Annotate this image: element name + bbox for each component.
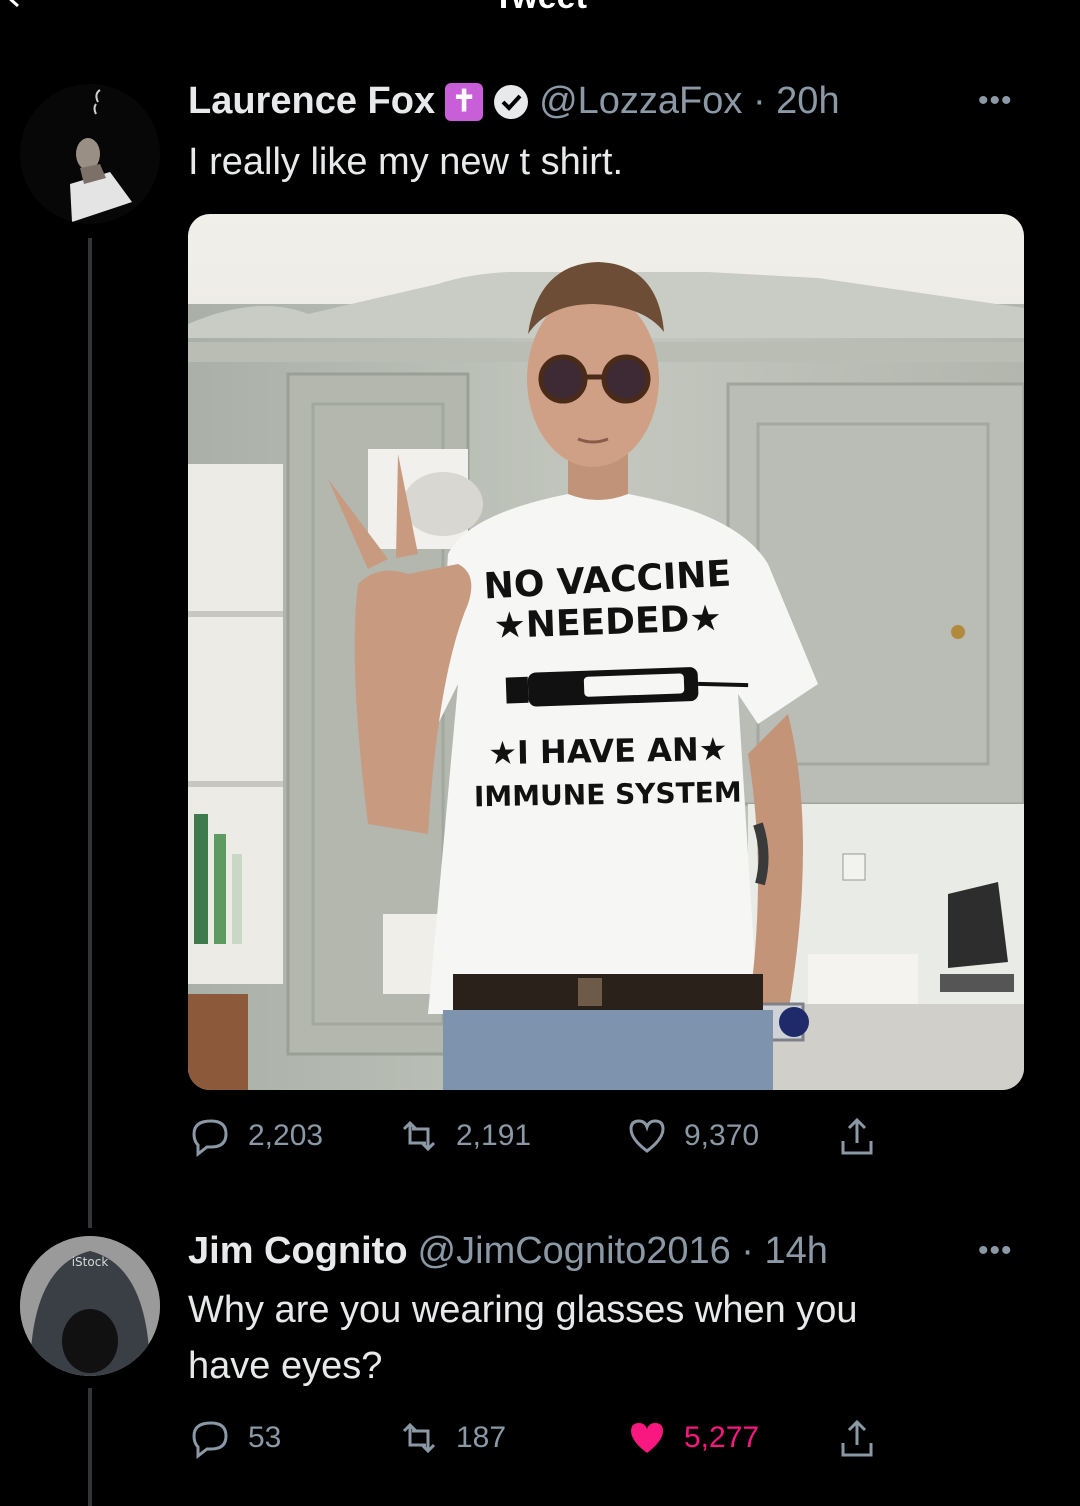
reply-icon [192, 1119, 228, 1157]
tweet-photo[interactable]: NO VACCINE ★NEEDED★ ★I HAVE AN★ IMMUNE S… [188, 214, 1024, 1090]
retweet-icon [402, 1422, 436, 1454]
tweet-header: Laurence Fox ✝ @LozzaFox · 20h [188, 80, 840, 123]
author-avatar[interactable] [20, 84, 160, 224]
reply-author-avatar[interactable]: iStock [20, 1236, 160, 1376]
reply-text-line-1: Why are you wearing glasses when you [188, 1289, 858, 1331]
reply-like-count: 5,277 [684, 1421, 760, 1454]
like-button[interactable]: 9,370 [626, 1115, 759, 1157]
reply-author-name[interactable]: Jim Cognito [188, 1230, 408, 1273]
thread-line [88, 1388, 92, 1506]
retweet-button[interactable]: 2,191 [398, 1115, 531, 1157]
avatar-watermark: iStock [72, 1255, 109, 1269]
like-count: 9,370 [684, 1119, 760, 1152]
retweet-icon [402, 1120, 436, 1152]
retweet-count: 2,191 [456, 1119, 532, 1152]
tweet-text: I really like my new t shirt. [188, 141, 623, 183]
verified-badge-icon[interactable] [493, 84, 529, 120]
author-handle-time[interactable]: @LozzaFox · 20h [539, 80, 840, 123]
cross-badge: ✝ [445, 82, 484, 121]
shirt-line-3: ★I HAVE AN★ [488, 730, 728, 772]
reply-reply-button[interactable]: 53 [190, 1417, 281, 1459]
share-button[interactable] [836, 1115, 894, 1157]
shirt-line-4: IMMUNE SYSTEM [474, 776, 742, 814]
heart-icon [629, 1119, 665, 1153]
reply-retweet-button[interactable]: 187 [398, 1417, 506, 1459]
reply-avatar-image: iStock [20, 1236, 160, 1376]
reply-header: Jim Cognito @JimCognito2016 · 14h [188, 1230, 828, 1273]
photo-illustration: NO VACCINE ★NEEDED★ ★I HAVE AN★ IMMUNE S… [188, 214, 1024, 1090]
page-title: Tweet [0, 0, 1080, 17]
reply-author-handle-time[interactable]: @JimCognito2016 · 14h [418, 1230, 828, 1273]
reply-text-line-2: have eyes? [188, 1345, 383, 1387]
tweet-actions: 2,203 2,191 9,370 [188, 1115, 948, 1165]
reply-retweet-count: 187 [456, 1421, 507, 1454]
top-bar: Tweet [0, 0, 1080, 30]
reply-actions: 53 187 5,277 [188, 1417, 948, 1467]
reply-share-button[interactable] [836, 1417, 894, 1459]
reply-count: 2,203 [248, 1119, 324, 1152]
reply-text: Why are you wearing glasses when you hav… [188, 1282, 858, 1394]
share-icon [841, 1419, 873, 1457]
avatar-image [20, 84, 160, 224]
share-icon [841, 1117, 873, 1155]
more-options-icon[interactable]: ••• [978, 84, 1013, 118]
reply-button[interactable]: 2,203 [190, 1115, 323, 1157]
reply-more-options-icon[interactable]: ••• [978, 1234, 1013, 1268]
author-name[interactable]: Laurence Fox [188, 80, 435, 123]
thread-line [88, 238, 92, 1228]
reply-icon [192, 1421, 228, 1459]
reply-reply-count: 53 [248, 1421, 282, 1454]
heart-filled-icon [631, 1423, 663, 1453]
reply-like-button[interactable]: 5,277 [626, 1417, 759, 1459]
shirt-line-2: ★NEEDED★ [493, 598, 723, 647]
